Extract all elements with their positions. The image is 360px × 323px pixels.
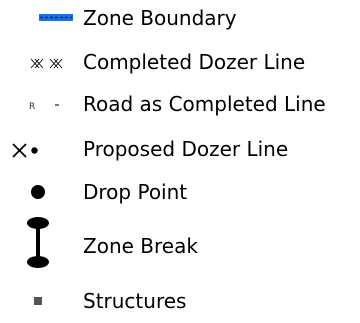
legend-label: Drop Point (83, 180, 188, 204)
legend-label: Structures (83, 289, 187, 313)
zone-break-icon (0, 215, 76, 268)
legend-label: Road as Completed Line (83, 92, 326, 116)
road-symbol-text: R (29, 102, 35, 112)
legend-item-zone-boundary: Zone Boundary (0, 0, 360, 40)
legend-item-zone-break: Zone Break (0, 215, 360, 268)
legend-item-structures: Structures (0, 283, 360, 323)
legend-label: Zone Break (83, 234, 198, 258)
legend-item-road-completed-line: R Road as Completed Line (0, 86, 360, 126)
legend-item-proposed-dozer-line: Proposed Dozer Line (0, 131, 360, 171)
drop-point-icon (0, 174, 76, 214)
legend-item-completed-dozer-line: Completed Dozer Line (0, 44, 360, 84)
proposed-dozer-line-icon (0, 131, 76, 171)
legend-label: Proposed Dozer Line (83, 137, 289, 161)
structures-icon (0, 283, 76, 323)
legend-label: Completed Dozer Line (83, 50, 306, 74)
completed-dozer-line-icon (0, 44, 76, 84)
zone-boundary-icon (0, 0, 76, 40)
legend-item-drop-point: Drop Point (0, 174, 360, 214)
map-legend: Zone Boundary Completed Dozer Line R Roa… (0, 0, 360, 323)
legend-label: Zone Boundary (83, 6, 237, 30)
road-completed-line-icon: R (0, 86, 76, 126)
